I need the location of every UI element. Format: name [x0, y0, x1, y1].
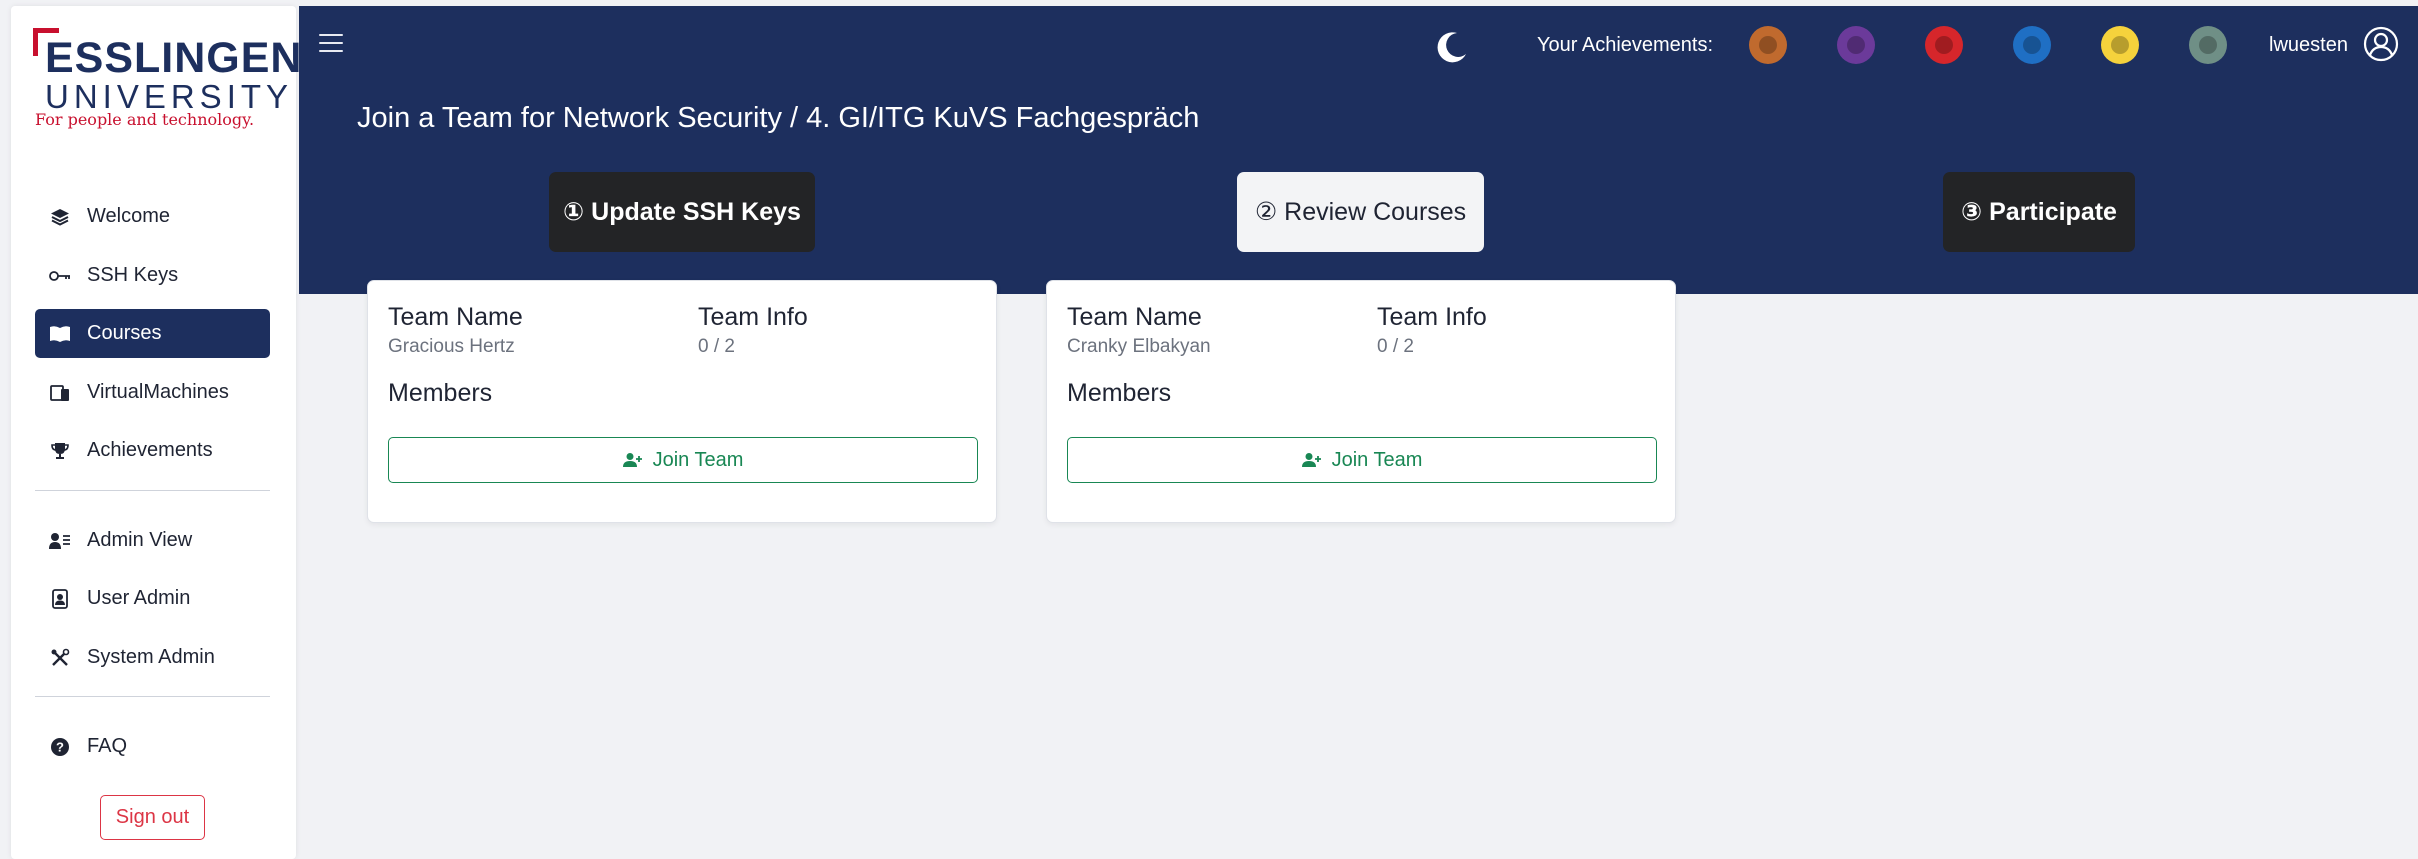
sidebar-item-label: Welcome [87, 205, 170, 227]
sidebar-item-label: Courses [87, 322, 162, 344]
header-banner: Your Achievements: lwuesten Join a Team … [299, 6, 2418, 294]
achievement-badge-icon[interactable] [2013, 26, 2051, 64]
book-icon [47, 323, 73, 345]
moon-icon[interactable] [1435, 30, 1469, 69]
logo-subtitle: UNIVERSITY [45, 78, 294, 115]
team-name-header: Team Name [1067, 303, 1202, 331]
question-circle-icon: ? [47, 736, 73, 758]
svg-text:?: ? [56, 739, 64, 754]
team-name-header: Team Name [388, 303, 523, 331]
sidebar-item-label: VirtualMachines [87, 381, 229, 403]
username[interactable]: lwuesten [2269, 34, 2348, 57]
sidebar-item-admin-view[interactable]: Admin View [35, 516, 270, 565]
members-header: Members [1067, 379, 1172, 407]
sidebar-item-label: Admin View [87, 529, 193, 551]
sidebar-item-user-admin[interactable]: User Admin [35, 574, 270, 623]
achievement-badge-icon[interactable] [1749, 26, 1787, 64]
trophy-icon [47, 440, 73, 462]
logo-title: ESSLINGEN [45, 34, 303, 82]
join-team-button[interactable]: Join Team [1067, 437, 1657, 483]
sidebar-item-label: User Admin [87, 587, 191, 609]
team-info: 0 / 2 [1377, 336, 1414, 357]
team-info-header: Team Info [698, 303, 808, 331]
achievement-badge-icon[interactable] [1925, 26, 1963, 64]
user-plus-icon [622, 453, 642, 467]
team-info: 0 / 2 [698, 336, 735, 357]
university-logo[interactable]: ESSLINGEN UNIVERSITY [33, 28, 302, 158]
user-list-icon [47, 530, 73, 552]
sidebar-item-label: Achievements [87, 439, 213, 461]
sidebar-item-virtualmachines[interactable]: VirtualMachines [35, 368, 270, 417]
user-profile-icon[interactable] [2363, 26, 2399, 67]
hamburger-menu-icon[interactable] [319, 34, 343, 54]
achievement-badge-icon[interactable] [2101, 26, 2139, 64]
achievement-badge-icon[interactable] [2189, 26, 2227, 64]
sidebar: ESSLINGEN UNIVERSITY For people and tech… [11, 6, 302, 859]
join-team-label: Join Team [652, 448, 744, 471]
achievements-label: Your Achievements: [1537, 34, 1714, 56]
team-info-header: Team Info [1377, 303, 1487, 331]
logo-tagline: For people and technology. [35, 110, 255, 129]
layers-icon [47, 206, 73, 228]
sidebar-divider [35, 696, 270, 697]
tools-icon [47, 647, 73, 669]
team-card: Team Name Cranky Elbakyan Team Info 0 / … [1046, 280, 1676, 523]
join-team-label: Join Team [1331, 448, 1423, 471]
key-icon [47, 265, 73, 287]
team-name: Cranky Elbakyan [1067, 336, 1211, 357]
user-plus-icon [1301, 453, 1321, 467]
sidebar-item-achievements[interactable]: Achievements [35, 426, 270, 475]
members-header: Members [388, 379, 493, 407]
sidebar-item-label: SSH Keys [87, 264, 179, 286]
step-review-courses[interactable]: ② Review Courses [1237, 172, 1484, 252]
sidebar-item-ssh-keys[interactable]: SSH Keys [35, 251, 270, 300]
join-team-button[interactable]: Join Team [388, 437, 978, 483]
sidebar-item-label: System Admin [87, 646, 215, 668]
achievement-badge-icon[interactable] [1837, 26, 1875, 64]
devices-icon [47, 382, 73, 404]
user-badge-icon [47, 588, 73, 610]
team-name: Gracious Hertz [388, 336, 515, 357]
sidebar-item-system-admin[interactable]: System Admin [35, 633, 270, 682]
step-update-ssh-keys[interactable]: ① Update SSH Keys [549, 172, 815, 252]
page-title: Join a Team for Network Security / 4. GI… [357, 102, 1200, 134]
sign-out-button[interactable]: Sign out [100, 795, 205, 840]
sidebar-item-welcome[interactable]: Welcome [35, 192, 270, 241]
step-participate[interactable]: ③ Participate [1943, 172, 2135, 252]
sidebar-item-label: FAQ [87, 735, 128, 757]
team-card: Team Name Gracious Hertz Team Info 0 / 2… [367, 280, 997, 523]
sidebar-item-faq[interactable]: ? FAQ [35, 722, 270, 771]
sidebar-divider [35, 490, 270, 491]
sidebar-item-courses[interactable]: Courses [35, 309, 270, 358]
